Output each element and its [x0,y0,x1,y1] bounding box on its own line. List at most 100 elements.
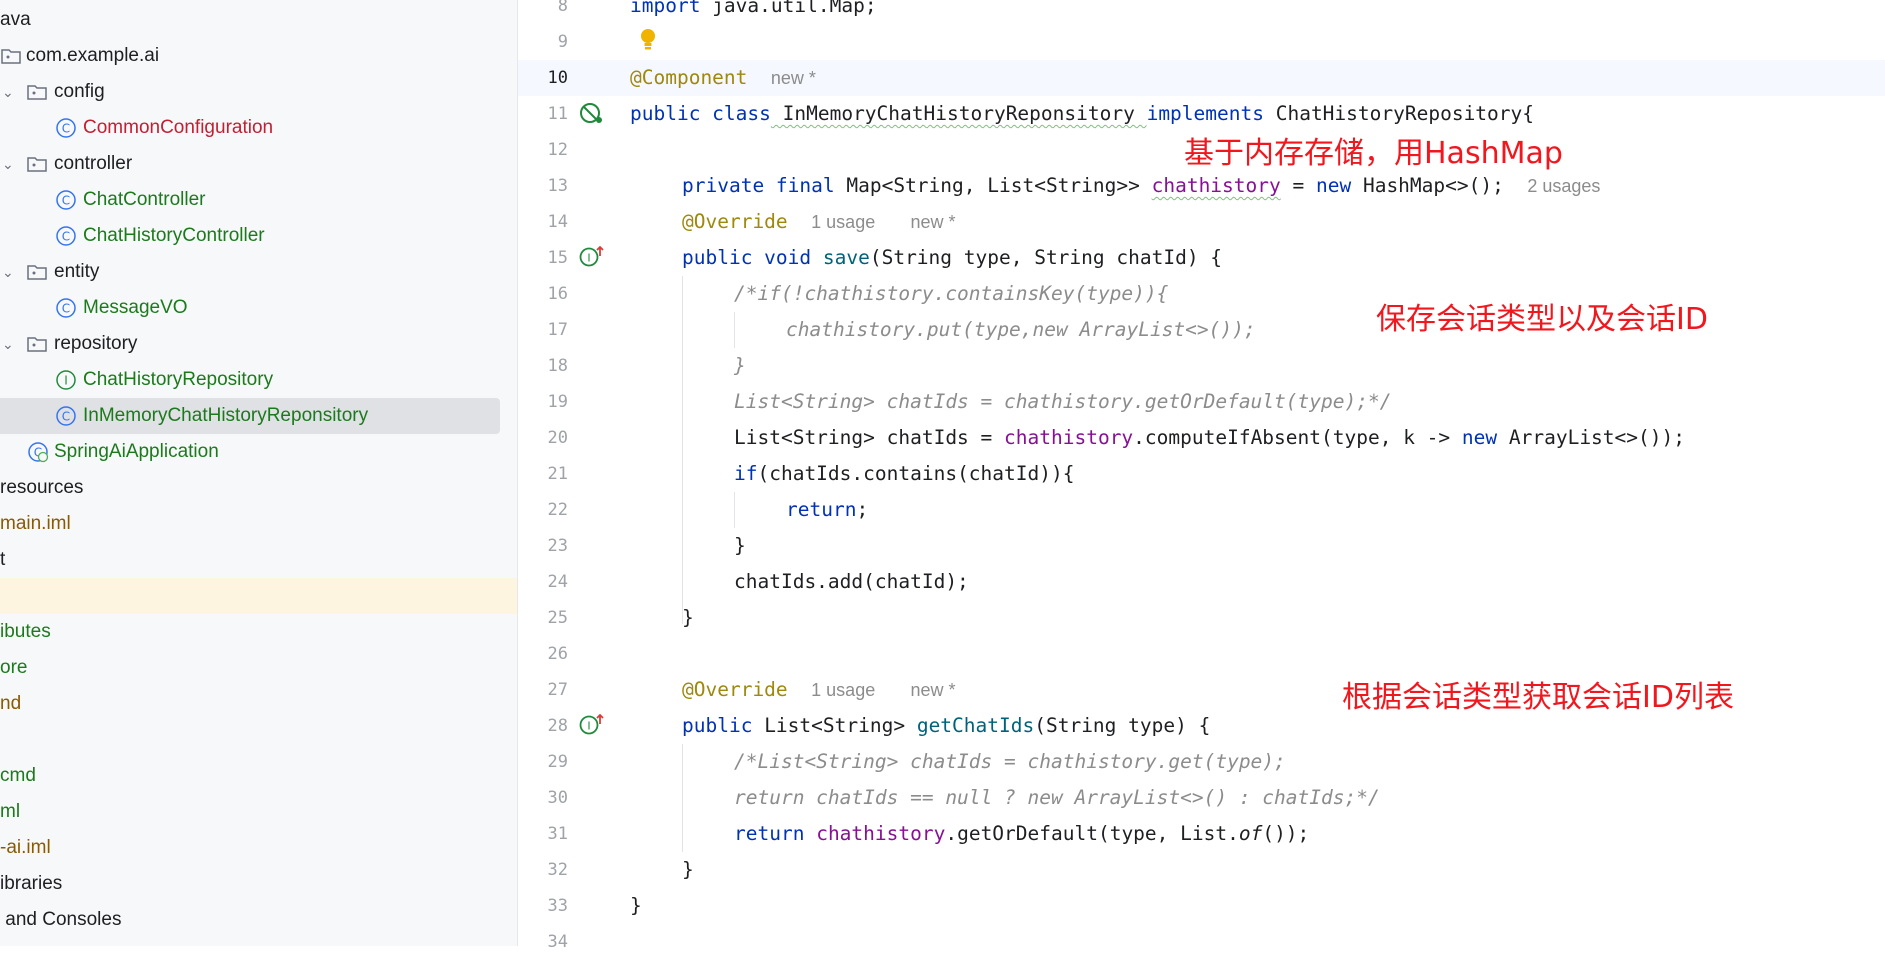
tree-item-label: ChatHistoryRepository [83,369,274,390]
chevron-down-icon[interactable]: ⌄ [2,82,14,102]
tree-item-controller[interactable]: ⌄ controller [0,146,517,182]
keyword: if [734,462,758,485]
code-line-25[interactable]: } [682,600,694,636]
tree-item-label: -ai.iml [0,837,51,858]
keyword: import [630,0,701,17]
tree-item-config[interactable]: ⌄ config [0,74,517,110]
line-number: 22 [547,500,568,520]
tree-item-main-iml[interactable]: main.iml [0,506,517,542]
code-line-16[interactable]: /*if(!chathistory.containsKey(type)){ [734,276,1168,312]
tree-item-repository[interactable]: ⌄ repository [0,326,517,362]
inlay-hint-usages[interactable]: 1 usage [811,680,875,700]
annotation: @Override [682,210,788,233]
code-line-22[interactable]: return; [786,492,868,528]
tree-item-gitignore[interactable]: ore [0,650,517,686]
annotation: @Component [630,66,748,89]
tree-item-scratches-consoles[interactable]: and Consoles [0,902,517,938]
tree-item-entity[interactable]: ⌄ entity [0,254,517,290]
tree-item-mvnw[interactable] [0,722,517,758]
svg-text:I: I [587,720,590,733]
code-line-28[interactable]: public List<String> getChatIds(String ty… [682,708,1210,744]
implements-method-icon[interactable]: I [578,243,606,271]
code-line-33[interactable]: } [630,888,642,924]
code-line-19[interactable]: List<String> chatIds = chathistory.getOr… [734,384,1391,420]
code-line-31[interactable]: return chathistory.getOrDefault(type, Li… [734,816,1309,852]
code-line-18[interactable]: } [734,348,746,384]
svg-text:C: C [62,302,70,316]
code-text: = [1280,174,1316,197]
code-text: (chatIds.contains(chatId)){ [757,462,1075,485]
keyword: return [734,822,805,845]
method-name: save [811,246,870,269]
tree-item-resources[interactable]: resources [0,470,517,506]
code-line-14[interactable]: @Override 1 usage new * [682,204,955,240]
tree-item-chathistorycontroller[interactable]: C ChatHistoryController [0,218,517,254]
code-text: ()); [1262,822,1310,845]
project-tree: ava com.example.ai ⌄ config C CommonConf… [0,0,518,946]
tree-item-gitattributes[interactable]: ibutes [0,614,517,650]
code-line-32[interactable]: } [682,852,694,888]
code-line-15[interactable]: public void save(String type, String cha… [682,240,1222,276]
code-line-21[interactable]: if(chatIds.contains(chatId)){ [734,456,1074,492]
keyword: implements [1146,102,1264,125]
code-line-23[interactable]: } [734,528,746,564]
class-icon: C [56,118,76,138]
tree-item-mvnw-cmd[interactable]: cmd [0,758,517,794]
line-number: 33 [547,896,568,916]
line-number: 19 [547,392,568,412]
code-line-27[interactable]: @Override 1 usage new * [682,672,955,708]
tree-item-java[interactable]: ava [0,2,517,38]
tree-item-messagevo[interactable]: C MessageVO [0,290,517,326]
code-text: .computeIfAbsent(type, k -> [1133,426,1462,449]
chevron-down-icon[interactable]: ⌄ [2,334,14,354]
intention-bulb-icon[interactable] [636,26,660,54]
line-number: 27 [547,680,568,700]
svg-text:C: C [62,410,70,424]
code-line-13[interactable]: private final Map<String, List<String>> … [682,168,1600,204]
tree-item-package[interactable]: com.example.ai [0,38,517,74]
tree-item-target[interactable]: t [0,542,517,578]
tree-item-highlighted[interactable] [0,578,517,614]
code-text: ChatHistoryRepository{ [1263,102,1535,125]
chevron-down-icon[interactable]: ⌄ [2,154,14,174]
tree-item-pom-xml[interactable]: ml [0,794,517,830]
code-line-24[interactable]: chatIds.add(chatId); [734,564,969,600]
inlay-hint-author[interactable]: new * [771,68,816,88]
field-name: chathistory [1151,174,1281,197]
code-line-30[interactable]: return chatIds == null ? new ArrayList<>… [734,780,1380,816]
code-line-20[interactable]: List<String> chatIds = chathistory.compu… [734,420,1685,456]
code-line-29[interactable]: /*List<String> chatIds = chathistory.get… [734,744,1286,780]
tree-item-chatcontroller[interactable]: C ChatController [0,182,517,218]
tree-item-label: SpringAiApplication [54,441,219,462]
inlay-hint-usages[interactable]: 2 usages [1527,176,1600,196]
inlay-hint-usages[interactable]: 1 usage [811,212,875,232]
tree-item-help[interactable]: nd [0,686,517,722]
line-number: 31 [547,824,568,844]
line-number: 20 [547,428,568,448]
code-line-8[interactable]: import java.util.Map; [630,0,877,24]
tree-item-label: com.example.ai [26,45,160,66]
no-usages-icon[interactable] [578,100,606,128]
code-line-17[interactable]: chathistory.put(type,new ArrayList<>()); [786,312,1256,348]
tree-item-springaiapplication[interactable]: C SpringAiApplication [0,434,517,470]
code-text: ArrayList<>()); [1497,426,1685,449]
code-line-11[interactable]: public class InMemoryChatHistoryReponsit… [630,96,1534,132]
tree-item-external-libraries[interactable]: ibraries [0,866,517,902]
tree-item-label: MessageVO [83,297,188,318]
code-line-10[interactable]: @Component new * [630,60,816,96]
chevron-down-icon[interactable]: ⌄ [2,262,14,282]
annotation-note: 根据会话类型获取会话ID列表 [1342,680,1734,715]
inlay-hint-author[interactable]: new * [910,680,955,700]
tree-item-chathistoryrepository[interactable]: I ChatHistoryRepository [0,362,517,398]
tree-item-inmemorychathistoryreponsitory[interactable]: C InMemoryChatHistoryReponsitory [0,398,500,434]
code-text: List<String> [752,714,917,737]
implements-method-icon[interactable]: I [578,711,606,739]
code-text: (String type, String chatId) { [869,246,1223,269]
line-number: 30 [547,788,568,808]
inlay-hint-author[interactable]: new * [910,212,955,232]
tree-item-commonconfiguration[interactable]: C CommonConfiguration [0,110,517,146]
tree-item-label: ChatHistoryController [83,225,265,246]
line-number: 12 [547,140,568,160]
tree-item-project-iml[interactable]: -ai.iml [0,830,517,866]
